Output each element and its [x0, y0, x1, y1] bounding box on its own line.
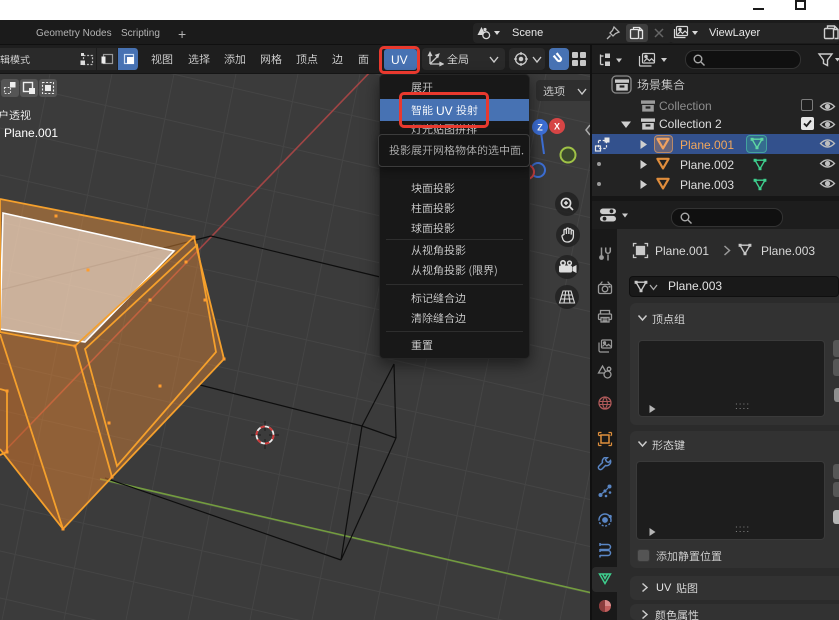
- svg-text:Z: Z: [537, 123, 543, 133]
- svg-text:X: X: [554, 122, 560, 132]
